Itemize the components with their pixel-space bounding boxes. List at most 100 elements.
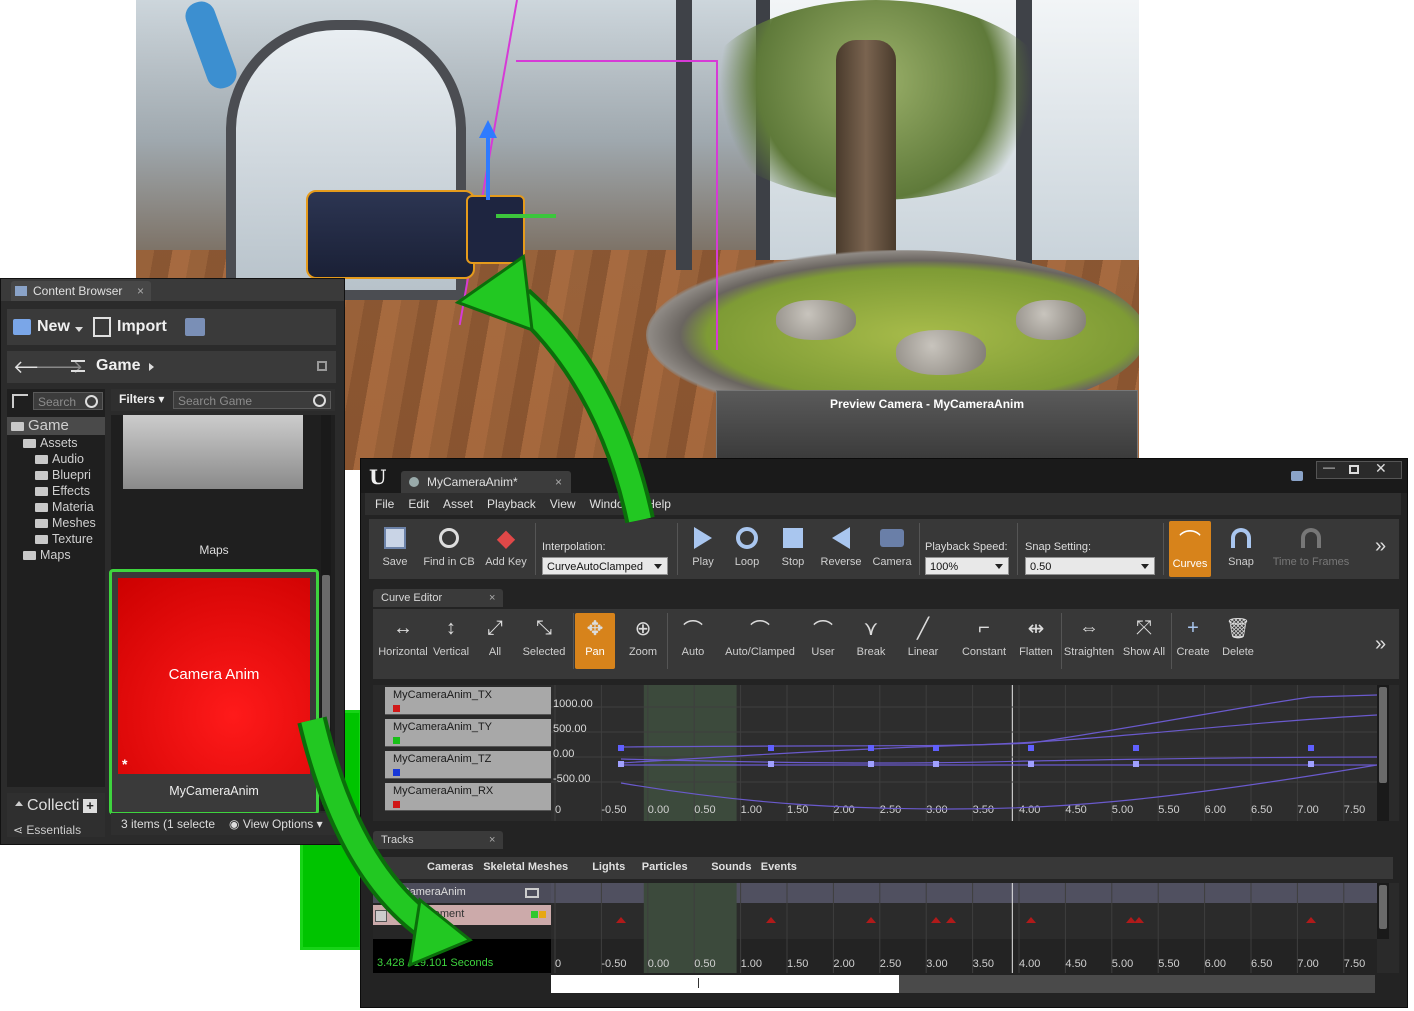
minimize-icon[interactable]: — [1323, 460, 1335, 474]
tree-item-maps[interactable]: Maps [7, 547, 105, 563]
tree-item-texture[interactable]: Texture [7, 531, 105, 547]
curve-tool-auto[interactable]: ⌒ Auto [669, 613, 717, 659]
tree-view-icon[interactable] [12, 394, 28, 408]
track-filter-sounds[interactable]: Sounds [711, 861, 751, 873]
camera-button[interactable]: Camera [869, 523, 915, 568]
movement-track-row[interactable]: Movement [373, 905, 551, 925]
add-collection-icon[interactable]: + [83, 799, 97, 813]
menu-view[interactable]: View [550, 493, 576, 515]
curve-tool-selected[interactable]: ⤡ Selected [517, 613, 571, 659]
document-tab[interactable]: MyCameraAnim* × [401, 471, 571, 493]
curve-row-mycameraanim_ty[interactable]: MyCameraAnim_TY [385, 719, 563, 747]
play-button[interactable]: Play [683, 523, 723, 568]
playback-speed-dropdown[interactable]: 100% [925, 557, 1009, 575]
curve-tool-show-all[interactable]: ⤧ Show All [1119, 613, 1169, 659]
curve-color-swatch[interactable] [393, 705, 400, 712]
asset-tile-mycameraanim[interactable]: Camera Anim * MyCameraAnim [109, 569, 319, 815]
menu-asset[interactable]: Asset [443, 493, 473, 515]
maximize-icon[interactable] [1349, 465, 1359, 474]
curve-tool-delete[interactable]: 🗑 Delete [1217, 613, 1259, 659]
find-in-cb-button[interactable]: Find in CB [421, 523, 477, 568]
tree-item-assets[interactable]: Assets [7, 435, 105, 451]
curve-tool-flatten[interactable]: ⇹ Flatten [1013, 613, 1059, 659]
curve-tool-auto-clamped[interactable]: ⌒ Auto/Clamped [723, 613, 797, 659]
timeline-scrub-bar[interactable] [551, 975, 899, 993]
curve-tool-straighten[interactable]: ⇔ Straighten [1061, 613, 1117, 659]
tree-item-audio[interactable]: Audio [7, 451, 105, 467]
curve-color-swatch[interactable] [393, 769, 400, 776]
interpolation-dropdown[interactable]: CurveAutoClamped [542, 557, 668, 575]
view-options-button[interactable]: ◉ View Options ▾ [229, 817, 323, 831]
curve-tool-break[interactable]: ⋎ Break [847, 613, 895, 659]
maps-folder-thumbnail[interactable] [123, 415, 303, 489]
overflow-chevron-icon[interactable]: » [1375, 535, 1386, 558]
curve-tool-zoom[interactable]: ⊕ Zoom [621, 613, 665, 659]
tree-item-bluepri[interactable]: Bluepri [7, 467, 105, 483]
essentials-item[interactable]: ⋖ Essentials [13, 823, 81, 837]
asset-scrollbar[interactable] [321, 415, 331, 811]
camera-actor-lens[interactable] [466, 195, 525, 264]
curve-graph[interactable]: 0 -0.50 0.00 0.50 1.00 1.50 2.00 2.50 3.00 3.50 4.… [551, 685, 1377, 821]
curve-row-mycameraanim_rx[interactable]: MyCameraAnim_RX [385, 783, 563, 811]
path-root-crumb[interactable]: Game [96, 357, 140, 375]
collapse-icon[interactable] [15, 801, 23, 806]
scrollbar-thumb[interactable] [322, 575, 330, 805]
overflow-chevron-icon[interactable]: » [1375, 633, 1386, 656]
curves-toggle-button[interactable]: ⌒ Curves [1169, 521, 1211, 577]
curve-row-mycameraanim_tz[interactable]: MyCameraAnim_TZ [385, 751, 563, 779]
track-filter-skeletal-meshes[interactable]: Skeletal Meshes [483, 861, 568, 873]
loop-button[interactable]: Loop [727, 523, 767, 568]
save-button[interactable]: Save [373, 523, 417, 568]
curve-tool-horizontal[interactable]: ↔ Horizontal [377, 613, 429, 659]
reverse-button[interactable]: Reverse [817, 523, 865, 568]
close-icon[interactable]: × [489, 831, 495, 849]
snap-setting-dropdown[interactable]: 0.50 [1025, 557, 1155, 575]
curve-tool-vertical[interactable]: ↕ Vertical [429, 613, 473, 659]
sources-toggle-icon[interactable] [71, 360, 85, 372]
close-icon[interactable]: × [137, 281, 144, 301]
group-row[interactable]: MyCameraAnim [373, 883, 551, 903]
time-to-frames-button[interactable]: Time to Frames [1269, 523, 1353, 568]
tree-item-effects[interactable]: Effects [7, 483, 105, 499]
feedback-icon[interactable] [1291, 471, 1303, 481]
tree-search-input[interactable]: Search [33, 392, 103, 410]
menu-edit[interactable]: Edit [408, 493, 429, 515]
tree-item-game[interactable]: Game [7, 417, 105, 435]
curve-scrollbar[interactable] [1377, 685, 1389, 821]
curve-tool-create[interactable]: + Create [1173, 613, 1213, 659]
track-filter-particles[interactable]: Particles [642, 861, 688, 873]
track-filter-lights[interactable]: Lights [592, 861, 625, 873]
menu-window[interactable]: Window [590, 493, 633, 515]
add-key-button[interactable]: ◆ Add Key [483, 523, 529, 569]
curve-color-swatch[interactable] [393, 737, 400, 744]
timeline-scrub-track[interactable] [899, 975, 1375, 993]
curve-tool-linear[interactable]: ╱ Linear [897, 613, 949, 659]
curve-row-mycameraanim_tx[interactable]: MyCameraAnim_TX [385, 687, 563, 715]
track-filter-events[interactable]: Events [761, 861, 797, 873]
filters-button[interactable]: Filters ▾ [119, 392, 164, 406]
menu-file[interactable]: File [375, 493, 394, 515]
track-curve-toggle[interactable] [531, 911, 538, 918]
tree-item-meshes[interactable]: Meshes [7, 515, 105, 531]
track-timeline[interactable]: 0 -0.50 0.00 0.50 1.00 1.50 2.00 2.50 3.00 3.50 4.… [551, 883, 1377, 973]
track-checkbox[interactable] [375, 910, 387, 922]
gizmo-y-axis[interactable] [496, 214, 556, 218]
snap-button[interactable]: Snap [1219, 523, 1263, 568]
lock-icon[interactable] [317, 361, 327, 371]
track-scrollbar[interactable] [1377, 883, 1389, 939]
close-icon[interactable]: × [489, 589, 495, 607]
menu-playback[interactable]: Playback [487, 493, 536, 515]
menu-help[interactable]: Help [646, 493, 671, 515]
content-browser-tab[interactable]: Content Browser × [11, 281, 151, 301]
tracks-tab[interactable]: Tracks × [373, 831, 503, 849]
curve-editor-tab[interactable]: Curve Editor × [373, 589, 503, 607]
save-all-icon[interactable] [185, 318, 205, 336]
chevron-right-icon[interactable] [149, 363, 154, 371]
curve-tool-all[interactable]: ⤢ All [473, 613, 517, 659]
scrub-handle[interactable] [698, 978, 699, 988]
camera-actor[interactable] [306, 190, 475, 279]
close-window-icon[interactable]: ✕ [1375, 460, 1387, 477]
tree-item-materia[interactable]: Materia [7, 499, 105, 515]
track-filter-cameras[interactable]: Cameras [427, 861, 473, 873]
curve-tool-user[interactable]: ⌒ User [799, 613, 847, 659]
